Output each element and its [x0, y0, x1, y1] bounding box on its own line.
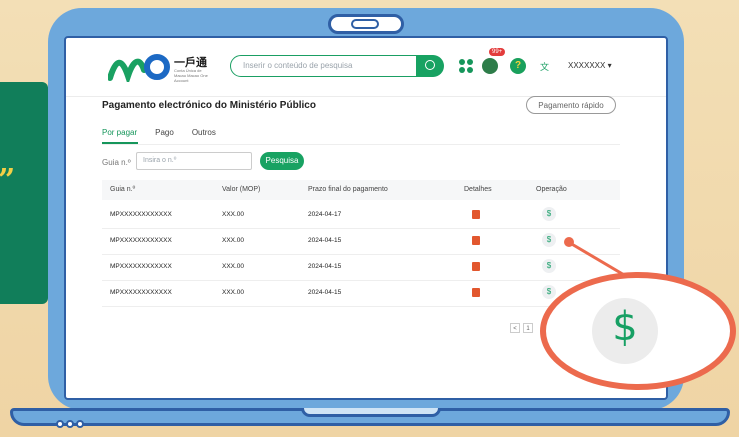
dollar-icon: $ [612, 304, 638, 350]
zoom-callout: $ [540, 272, 736, 390]
zoom-dollar-button: $ [592, 298, 658, 364]
